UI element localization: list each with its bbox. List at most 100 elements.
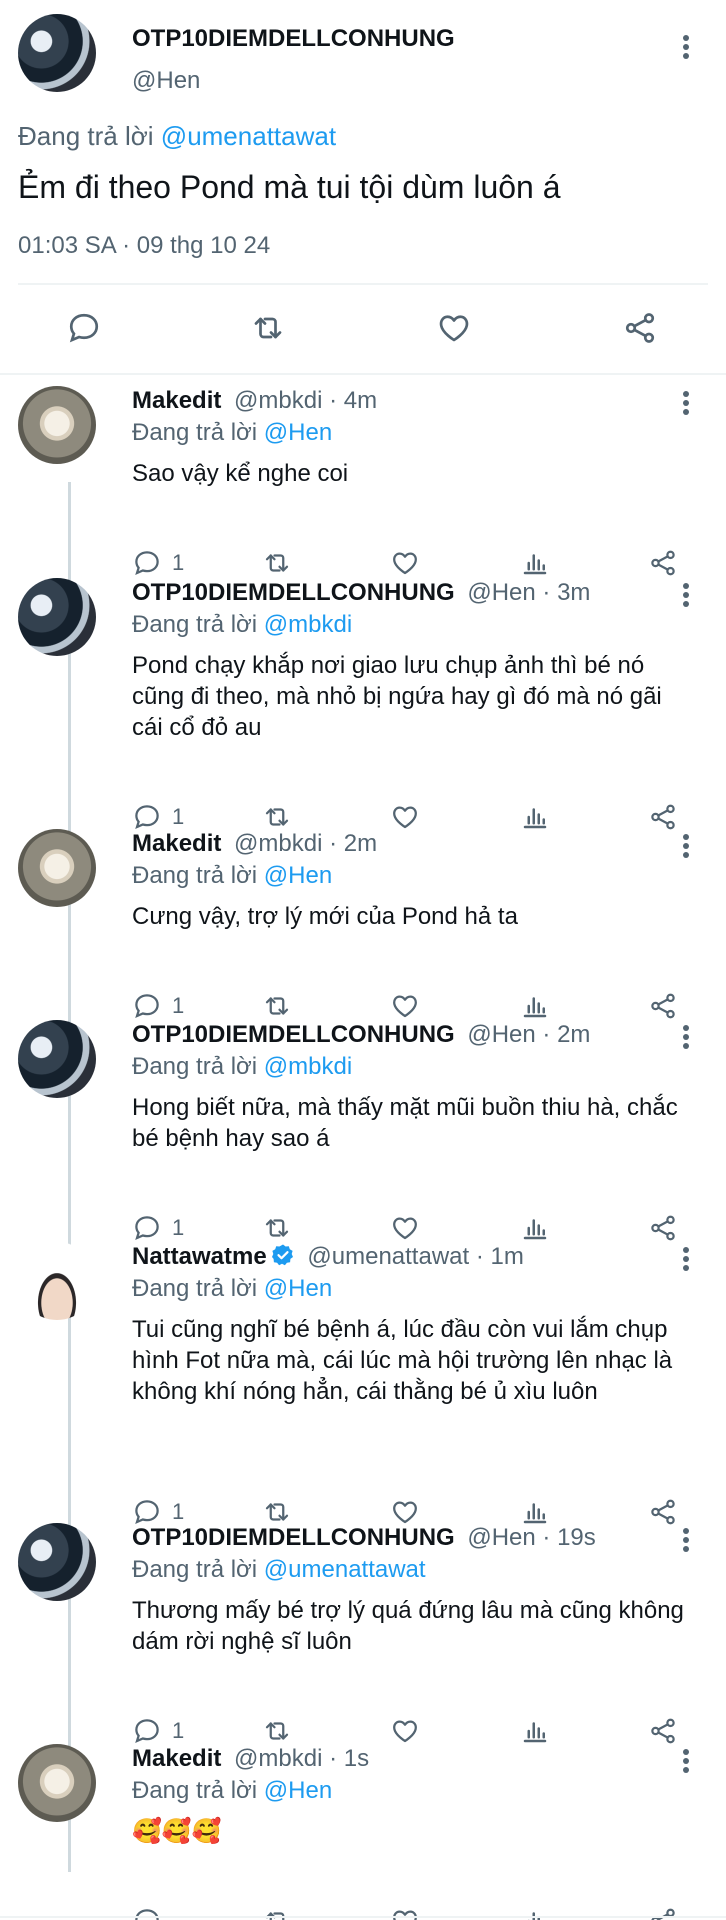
retweet-icon (265, 1722, 289, 1740)
display-name[interactable]: Makedit (132, 387, 221, 414)
avatar[interactable] (18, 1744, 96, 1822)
retweet-button[interactable] (262, 1212, 292, 1244)
replying-to-link[interactable]: @Hen (264, 1275, 332, 1302)
avatar[interactable] (18, 1020, 96, 1098)
replying-to-link[interactable]: @umenattawat (161, 121, 336, 151)
tweet-text: Cưng vậy, trợ lý mới của Pond hả ta (132, 903, 518, 930)
retweet-icon (265, 808, 289, 826)
share-button[interactable] (622, 312, 658, 344)
like-button[interactable] (390, 801, 420, 833)
replying-to-link[interactable]: @Hen (264, 1777, 332, 1804)
display-name[interactable]: OTP10DIEMDELLCONHUNG (132, 24, 455, 54)
views-button[interactable] (520, 990, 550, 1022)
like-button[interactable] (390, 1715, 420, 1747)
handle[interactable]: @mbkdi (234, 830, 322, 857)
replying-to-link[interactable]: @mbkdi (264, 1053, 352, 1080)
share-icon (651, 1718, 675, 1744)
relative-time[interactable]: · 1s (329, 1745, 369, 1772)
reply-header: Makedit @mbkdi · 1s (132, 1744, 369, 1774)
replying-to-link[interactable]: @Hen (264, 419, 332, 446)
more-options-icon[interactable] (676, 1525, 696, 1555)
reply-button[interactable] (66, 312, 102, 344)
views-button[interactable] (520, 547, 550, 579)
display-name[interactable]: OTP10DIEMDELLCONHUNG (132, 1021, 455, 1048)
handle[interactable]: @mbkdi (234, 387, 322, 414)
retweet-button[interactable] (262, 1715, 292, 1747)
more-options-icon[interactable] (676, 580, 696, 610)
replying-label: Đang trả lời (132, 611, 258, 638)
reply-count: 1 (172, 1499, 185, 1524)
views-button[interactable] (520, 1212, 550, 1244)
replying-to-line: Đang trả lời @umenattawat (18, 120, 336, 152)
reply-count: 1 (172, 1718, 185, 1743)
replying-label: Đang trả lời (132, 1275, 258, 1302)
avatar[interactable] (18, 386, 96, 464)
timestamp[interactable]: 01:03 SA · 09 thg 10 24 (18, 231, 270, 261)
relative-time[interactable]: · 2m (542, 1021, 590, 1048)
reply-button[interactable]: 1 (132, 990, 184, 1022)
share-button[interactable] (648, 990, 678, 1022)
avatar[interactable] (18, 14, 96, 92)
share-icon (651, 1215, 675, 1241)
like-icon (393, 1217, 417, 1240)
reply-count: 1 (172, 1215, 185, 1240)
relative-time[interactable]: · 1m (476, 1243, 524, 1270)
avatar[interactable] (18, 578, 96, 656)
views-icon (523, 997, 547, 1018)
more-options-icon[interactable] (676, 1244, 696, 1274)
reply-button[interactable]: 1 (132, 547, 184, 579)
relative-time[interactable]: · 19s (542, 1524, 595, 1551)
retweet-button[interactable] (262, 990, 292, 1022)
share-button[interactable] (648, 1715, 678, 1747)
display-name[interactable]: Nattawatme (132, 1243, 267, 1270)
relative-time[interactable]: · 4m (329, 387, 377, 414)
share-icon (625, 313, 655, 343)
reply-header: Makedit @mbkdi · 4m (132, 386, 377, 416)
relative-time[interactable]: · 3m (542, 579, 590, 606)
reply-button[interactable]: 1 (132, 1212, 184, 1244)
like-button[interactable] (390, 990, 420, 1022)
avatar[interactable] (18, 829, 96, 907)
reply-button[interactable]: 1 (132, 1715, 184, 1747)
display-name[interactable]: Makedit (132, 1745, 221, 1772)
like-button[interactable] (436, 312, 472, 344)
avatar[interactable] (18, 1242, 96, 1320)
display-name[interactable]: Makedit (132, 830, 221, 857)
replying-label: Đang trả lời (132, 1053, 258, 1080)
handle[interactable]: @Hen (467, 1524, 535, 1551)
avatar[interactable] (18, 1523, 96, 1601)
handle[interactable]: @umenattawat (307, 1243, 469, 1270)
share-button[interactable] (648, 801, 678, 833)
verified-badge-icon (271, 1243, 295, 1275)
share-button[interactable] (648, 1496, 678, 1528)
share-button[interactable] (648, 547, 678, 579)
display-name[interactable]: OTP10DIEMDELLCONHUNG (132, 1524, 455, 1551)
like-icon (393, 1720, 417, 1743)
views-button[interactable] (520, 801, 550, 833)
more-options-icon[interactable] (676, 388, 696, 418)
more-options-icon[interactable] (676, 32, 696, 62)
more-options-icon[interactable] (676, 1746, 696, 1776)
more-options-icon[interactable] (676, 1022, 696, 1052)
reply-icon (135, 805, 159, 829)
reply-icon (135, 551, 159, 575)
like-button[interactable] (390, 547, 420, 579)
replying-to-link[interactable]: @umenattawat (264, 1556, 426, 1583)
like-button[interactable] (390, 1212, 420, 1244)
handle[interactable]: @mbkdi (234, 1745, 322, 1772)
replying-to-link[interactable]: @Hen (264, 862, 332, 889)
retweet-button[interactable] (262, 547, 292, 579)
relative-time[interactable]: · 2m (329, 830, 377, 857)
display-name[interactable]: OTP10DIEMDELLCONHUNG (132, 579, 455, 606)
replying-to-link[interactable]: @mbkdi (264, 611, 352, 638)
reply-header: Nattawatme @umenattawat · 1m (132, 1242, 524, 1275)
divider (0, 1916, 726, 1918)
retweet-button[interactable] (250, 312, 286, 344)
more-options-icon[interactable] (676, 831, 696, 861)
share-button[interactable] (648, 1212, 678, 1244)
handle[interactable]: @Hen (467, 1021, 535, 1048)
views-icon (523, 1219, 547, 1240)
handle[interactable]: @Hen (467, 579, 535, 606)
views-button[interactable] (520, 1715, 550, 1747)
handle[interactable]: @Hen (132, 66, 200, 96)
